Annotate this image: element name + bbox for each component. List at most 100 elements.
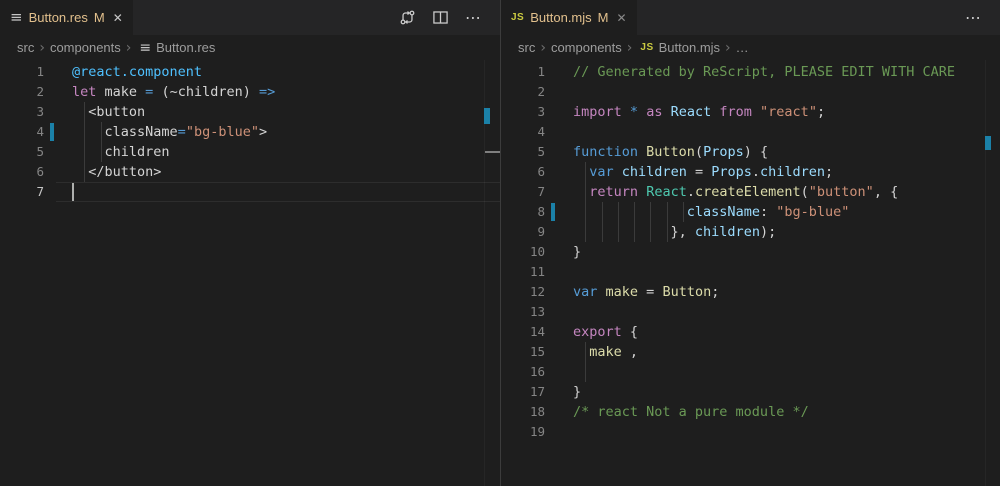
code-line[interactable]: 6 </button> [0, 162, 500, 182]
breadcrumb-item[interactable]: Button.mjs [659, 40, 720, 55]
code-line[interactable]: 6 var children = Props.children; [501, 162, 1000, 182]
indent-guide [84, 122, 85, 142]
code-line[interactable]: 7 return React.createElement("button", { [501, 182, 1000, 202]
code-text: className: "bg-blue" [557, 202, 1000, 222]
more-actions-icon[interactable]: ⋯ [964, 9, 982, 27]
code-line[interactable]: 5 children [0, 142, 500, 162]
breadcrumb-chevron-icon: › [126, 40, 132, 56]
indent-guide [101, 142, 102, 162]
code-text: </button> [56, 162, 500, 182]
editor-actions-right: ⋯ [964, 0, 982, 35]
code-text: /* react Not a pure module */ [557, 402, 1000, 422]
code-line[interactable]: 14export { [501, 322, 1000, 342]
code-line[interactable]: 3import * as React from "react"; [501, 102, 1000, 122]
editor-actions-left: ⋯ [398, 0, 482, 35]
code-text: @react.component [56, 62, 500, 82]
breadcrumb-chevron-icon: › [725, 40, 731, 56]
code-line[interactable]: 10} [501, 242, 1000, 262]
code-line[interactable]: 16 [501, 362, 1000, 382]
code-text: make , [557, 342, 1000, 362]
code-line[interactable]: 2let make = (~children) => [0, 82, 500, 102]
code-line[interactable]: 19 [501, 422, 1000, 442]
line-number: 8 [501, 202, 557, 222]
code-editor[interactable]: 1@react.component2let make = (~children)… [0, 60, 500, 202]
line-number: 1 [0, 62, 56, 82]
indent-guide [585, 362, 586, 382]
code-line[interactable]: 9 }, children); [501, 222, 1000, 242]
line-number: 19 [501, 422, 557, 442]
open-changes-icon[interactable] [398, 9, 416, 27]
indent-guide [650, 202, 651, 222]
tab-label: Button.mjs [530, 10, 591, 25]
breadcrumb-item[interactable]: … [736, 40, 749, 55]
breadcrumb-item[interactable]: src [17, 40, 34, 55]
indent-guide [585, 182, 586, 202]
js-file-icon: JS [640, 42, 653, 53]
code-line[interactable]: 4 className="bg-blue"> [0, 122, 500, 142]
split-editor-icon[interactable] [431, 9, 449, 27]
indent-guide [650, 222, 651, 242]
code-editor[interactable]: 1// Generated by ReScript, PLEASE EDIT W… [501, 60, 1000, 442]
code-line[interactable]: 2 [501, 82, 1000, 102]
tab-button-mjs[interactable]: JS Button.mjs M ✕ [501, 0, 637, 35]
code-text [557, 302, 1000, 322]
code-line[interactable]: 7 [0, 182, 500, 202]
code-text: <button [56, 102, 500, 122]
code-line[interactable]: 17} [501, 382, 1000, 402]
indent-guide [585, 202, 586, 222]
code-line[interactable]: 15 make , [501, 342, 1000, 362]
code-line[interactable]: 5function Button(Props) { [501, 142, 1000, 162]
breadcrumb-item[interactable]: components [50, 40, 121, 55]
breadcrumb-item[interactable]: src [518, 40, 535, 55]
line-number: 9 [501, 222, 557, 242]
line-number: 12 [501, 282, 557, 302]
code-line[interactable]: 13 [501, 302, 1000, 322]
code-line[interactable]: 18/* react Not a pure module */ [501, 402, 1000, 422]
breadcrumb-item[interactable]: Button.res [156, 40, 215, 55]
line-number: 17 [501, 382, 557, 402]
line-number: 4 [501, 122, 557, 142]
overview-modified-marker [484, 108, 490, 124]
close-icon[interactable]: ✕ [617, 12, 627, 24]
overview-modified-marker [985, 136, 991, 150]
line-number: 7 [0, 182, 56, 202]
code-text: } [557, 242, 1000, 262]
line-number: 3 [501, 102, 557, 122]
code-line[interactable]: 8 className: "bg-blue" [501, 202, 1000, 222]
tab-label: Button.res [29, 10, 88, 25]
line-number: 10 [501, 242, 557, 262]
tab-button-res[interactable]: ≡ Button.res M ✕ [0, 0, 133, 35]
code-text: let make = (~children) => [56, 82, 500, 102]
indent-guide [667, 202, 668, 222]
code-text: var children = Props.children; [557, 162, 1000, 182]
line-number: 2 [0, 82, 56, 102]
indent-guide [84, 102, 85, 122]
code-line[interactable]: 1@react.component [0, 62, 500, 82]
indent-guide [585, 342, 586, 362]
code-text: children [56, 142, 500, 162]
line-number: 2 [501, 82, 557, 102]
breadcrumb: src›components›≡Button.res [0, 35, 500, 60]
code-line[interactable]: 1// Generated by ReScript, PLEASE EDIT W… [501, 62, 1000, 82]
code-line[interactable]: 3 <button [0, 102, 500, 122]
scrollbar-edge [985, 60, 986, 486]
more-actions-icon[interactable]: ⋯ [464, 9, 482, 27]
line-number: 6 [501, 162, 557, 182]
code-text: export { [557, 322, 1000, 342]
code-text [557, 82, 1000, 102]
breadcrumb-item[interactable]: components [551, 40, 622, 55]
editor-group-sash[interactable] [500, 0, 501, 486]
file-lines-icon: ≡ [10, 10, 23, 25]
gutter-modified-indicator [551, 203, 555, 221]
file-lines-icon: ≡ [139, 41, 151, 55]
code-line[interactable]: 4 [501, 122, 1000, 142]
code-line[interactable]: 11 [501, 262, 1000, 282]
line-number: 7 [501, 182, 557, 202]
code-text: } [557, 382, 1000, 402]
line-number: 18 [501, 402, 557, 422]
code-line[interactable]: 12var make = Button; [501, 282, 1000, 302]
vscode-window: ≡ Button.res M ✕ [0, 0, 1000, 486]
close-icon[interactable]: ✕ [113, 12, 123, 24]
indent-guide [84, 162, 85, 182]
indent-guide [602, 202, 603, 222]
